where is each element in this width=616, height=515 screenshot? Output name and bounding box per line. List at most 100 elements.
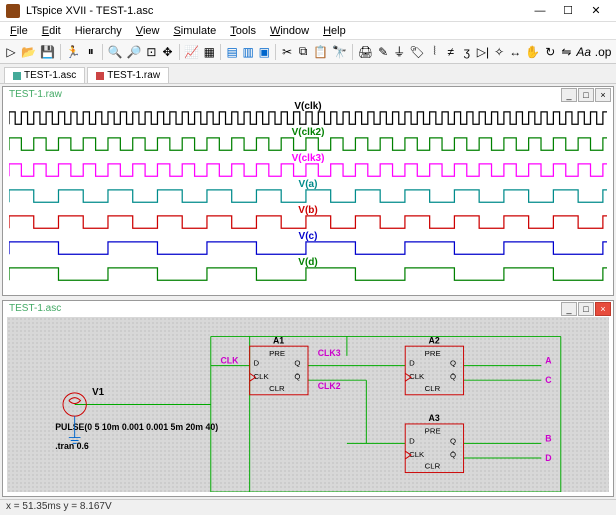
pane-min-icon[interactable]: _ <box>561 302 577 316</box>
zoom-in-icon[interactable]: 🔍 <box>107 43 124 61</box>
spice-tran-text[interactable]: .tran 0.6 <box>55 441 89 451</box>
pan-icon[interactable]: ✥ <box>161 43 175 61</box>
pane-max-icon[interactable]: □ <box>578 302 594 316</box>
zoom-fit-icon[interactable]: ⊡ <box>144 43 158 61</box>
wire-icon[interactable]: ✎ <box>376 43 390 61</box>
pane-controls: _ □ × <box>561 88 611 102</box>
menu-simulate[interactable]: Simulate <box>167 24 222 38</box>
find-icon[interactable]: 🔭 <box>331 43 348 61</box>
waveform-icon <box>96 72 104 80</box>
stop-icon[interactable]: ⏸ <box>84 43 98 61</box>
cascade-icon[interactable]: ▣ <box>257 43 271 61</box>
component-a1[interactable]: A1 PRE D Q CLK Q̄ CLR <box>250 335 308 395</box>
net-b[interactable]: B <box>545 433 551 443</box>
net-a[interactable]: A <box>545 356 552 366</box>
text-icon[interactable]: Aa <box>575 43 592 61</box>
trace-label[interactable]: V(clk) <box>294 101 321 112</box>
waveform-trace[interactable]: V(a) <box>9 181 607 207</box>
svg-text:CLR: CLR <box>269 384 285 393</box>
content-area: TEST-1.raw _ □ × V(clk)V(clk2)V(clk3)V(a… <box>0 84 616 499</box>
resistor-icon[interactable]: ⦚ <box>428 43 442 61</box>
menu-tools[interactable]: Tools <box>224 24 262 38</box>
waveform-trace[interactable]: V(d) <box>9 259 607 285</box>
waveform-trace[interactable]: V(c) <box>9 233 607 259</box>
trace-label[interactable]: V(d) <box>298 257 317 268</box>
menu-help[interactable]: Help <box>317 24 352 38</box>
net-d[interactable]: D <box>545 453 551 463</box>
net-clk3[interactable]: CLK3 <box>318 348 341 358</box>
window-titlebar: LTspice XVII - TEST-1.asc — ☐ ✕ <box>0 0 616 22</box>
net-c[interactable]: C <box>545 375 552 385</box>
trace-label[interactable]: V(a) <box>299 179 318 190</box>
save-icon[interactable]: 💾 <box>39 43 56 61</box>
trace-label[interactable]: V(b) <box>298 205 317 216</box>
mirror-icon[interactable]: ⇋ <box>559 43 573 61</box>
toolbar-separator <box>60 44 61 60</box>
ground-icon[interactable]: ⏚ <box>392 43 406 61</box>
tab-waveform[interactable]: TEST-1.raw <box>87 67 169 83</box>
waveform-trace[interactable]: V(clk2) <box>9 129 607 155</box>
autoscale-icon[interactable]: 📈 <box>183 43 200 61</box>
paste-icon[interactable]: 📋 <box>312 43 329 61</box>
svg-text:A2: A2 <box>429 335 440 345</box>
waveform-trace[interactable]: V(clk3) <box>9 155 607 181</box>
toolbar-separator <box>275 44 276 60</box>
trace-label[interactable]: V(clk3) <box>292 153 325 164</box>
pane-min-icon[interactable]: _ <box>561 88 577 102</box>
component-a3[interactable]: A3 PRE D Q CLK Q̄ CLR <box>405 413 463 473</box>
menu-file[interactable]: File <box>4 24 34 38</box>
menu-window[interactable]: Window <box>264 24 315 38</box>
toolbar-separator <box>102 44 103 60</box>
svg-text:PRE: PRE <box>425 349 441 358</box>
svg-text:CLK: CLK <box>254 372 270 381</box>
waveform-plot[interactable]: V(clk) V(clk2) V(clk3) V(a) V(b) V(c) V(d) <box>9 103 607 291</box>
waveform-trace[interactable]: V(b) <box>9 207 607 233</box>
toolbar: ▷ 📂 💾 🏃 ⏸ 🔍 🔎 ⊡ ✥ 📈 ▦ ▤ ▥ ▣ ✂ ⧉ 📋 🔭 🖨 ✎ … <box>0 40 616 64</box>
move-icon[interactable]: ↔ <box>508 43 522 61</box>
open-icon[interactable]: 📂 <box>20 43 37 61</box>
new-icon[interactable]: ▷ <box>4 43 18 61</box>
cut-icon[interactable]: ✂ <box>280 43 294 61</box>
pane-max-icon[interactable]: □ <box>578 88 594 102</box>
run-icon[interactable]: 🏃 <box>65 43 82 61</box>
rotate-icon[interactable]: ↻ <box>543 43 557 61</box>
trace-label[interactable]: V(clk2) <box>292 127 325 138</box>
tile-v-icon[interactable]: ▥ <box>241 43 255 61</box>
trace-label[interactable]: V(c) <box>299 231 318 242</box>
svg-text:PRE: PRE <box>269 349 285 358</box>
window-title: LTspice XVII - TEST-1.asc <box>26 5 526 17</box>
zoom-out-icon[interactable]: 🔎 <box>125 43 142 61</box>
menu-view[interactable]: View <box>130 24 166 38</box>
component-v1[interactable]: V1 <box>63 387 105 416</box>
spice-pulse-text[interactable]: PULSE(0 5 10m 0.001 0.001 5m 20m 40) <box>55 422 218 432</box>
maximize-button[interactable]: ☐ <box>554 2 582 20</box>
pane-close-icon[interactable]: × <box>595 302 611 316</box>
diode-icon[interactable]: ▷| <box>476 43 490 61</box>
schematic-canvas[interactable]: V1 PULSE(0 5 10m 0.001 0.001 5m 20m 40) … <box>7 317 609 492</box>
svg-text:Q: Q <box>294 359 300 368</box>
spice-icon[interactable]: .op <box>594 43 612 61</box>
menu-edit[interactable]: Edit <box>36 24 67 38</box>
schematic-icon <box>13 72 21 80</box>
label-icon[interactable]: 🏷 <box>408 43 425 61</box>
inductor-icon[interactable]: ʒ <box>460 43 474 61</box>
svg-text:D: D <box>254 359 260 368</box>
drag-icon[interactable]: ✋ <box>524 43 541 61</box>
copy-icon[interactable]: ⧉ <box>296 43 310 61</box>
pane-close-icon[interactable]: × <box>595 88 611 102</box>
component-icon[interactable]: ✧ <box>492 43 506 61</box>
svg-text:CLK: CLK <box>409 450 425 459</box>
net-clk[interactable]: CLK <box>221 356 240 366</box>
capacitor-icon[interactable]: ≠ <box>444 43 458 61</box>
minimize-button[interactable]: — <box>526 2 554 20</box>
print-icon[interactable]: 🖨 <box>357 43 374 61</box>
close-button[interactable]: ✕ <box>582 2 610 20</box>
schematic-svg: V1 PULSE(0 5 10m 0.001 0.001 5m 20m 40) … <box>7 317 609 492</box>
grid-icon[interactable]: ▦ <box>202 43 216 61</box>
waveform-trace[interactable]: V(clk) <box>9 103 607 129</box>
tile-h-icon[interactable]: ▤ <box>225 43 239 61</box>
net-clk2[interactable]: CLK2 <box>318 381 341 391</box>
tab-schematic[interactable]: TEST-1.asc <box>4 67 85 83</box>
menu-hierarchy[interactable]: Hierarchy <box>69 24 128 38</box>
component-a2[interactable]: A2 PRE D Q CLK Q̄ CLR <box>405 335 463 395</box>
